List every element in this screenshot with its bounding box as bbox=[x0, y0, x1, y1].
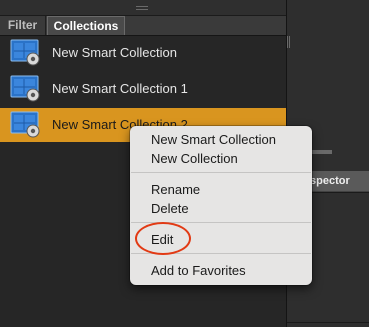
tab-inspector[interactable]: spector bbox=[305, 171, 369, 191]
grip-line bbox=[136, 9, 148, 10]
grip-line bbox=[136, 6, 148, 7]
menu-item-rename[interactable]: Rename bbox=[151, 180, 200, 199]
tab-collections[interactable]: Collections bbox=[47, 16, 125, 35]
panel-tabbar: Filter Collections bbox=[0, 16, 286, 36]
tab-filter[interactable]: Filter bbox=[0, 16, 46, 35]
smart-collection-icon bbox=[10, 75, 40, 102]
collection-name: New Smart Collection 1 bbox=[52, 81, 188, 96]
divider bbox=[287, 322, 369, 323]
smart-collection-icon bbox=[10, 39, 40, 66]
resize-grip[interactable] bbox=[287, 36, 291, 48]
smart-collection-icon bbox=[10, 111, 40, 138]
collection-row[interactable]: New Smart Collection 1 bbox=[0, 72, 286, 106]
context-menu: New Smart Collection New Collection Rena… bbox=[130, 126, 312, 285]
menu-separator bbox=[131, 172, 311, 173]
menu-item-delete[interactable]: Delete bbox=[151, 199, 189, 218]
collection-name: New Smart Collection bbox=[52, 45, 177, 60]
menu-item-new-smart-collection[interactable]: New Smart Collection bbox=[151, 130, 276, 149]
resize-grip[interactable] bbox=[0, 0, 286, 16]
collection-row[interactable]: New Smart Collection bbox=[0, 36, 286, 70]
menu-item-add-to-favorites[interactable]: Add to Favorites bbox=[151, 261, 246, 280]
highlight-ring bbox=[135, 222, 191, 255]
menu-item-new-collection[interactable]: New Collection bbox=[151, 149, 238, 168]
